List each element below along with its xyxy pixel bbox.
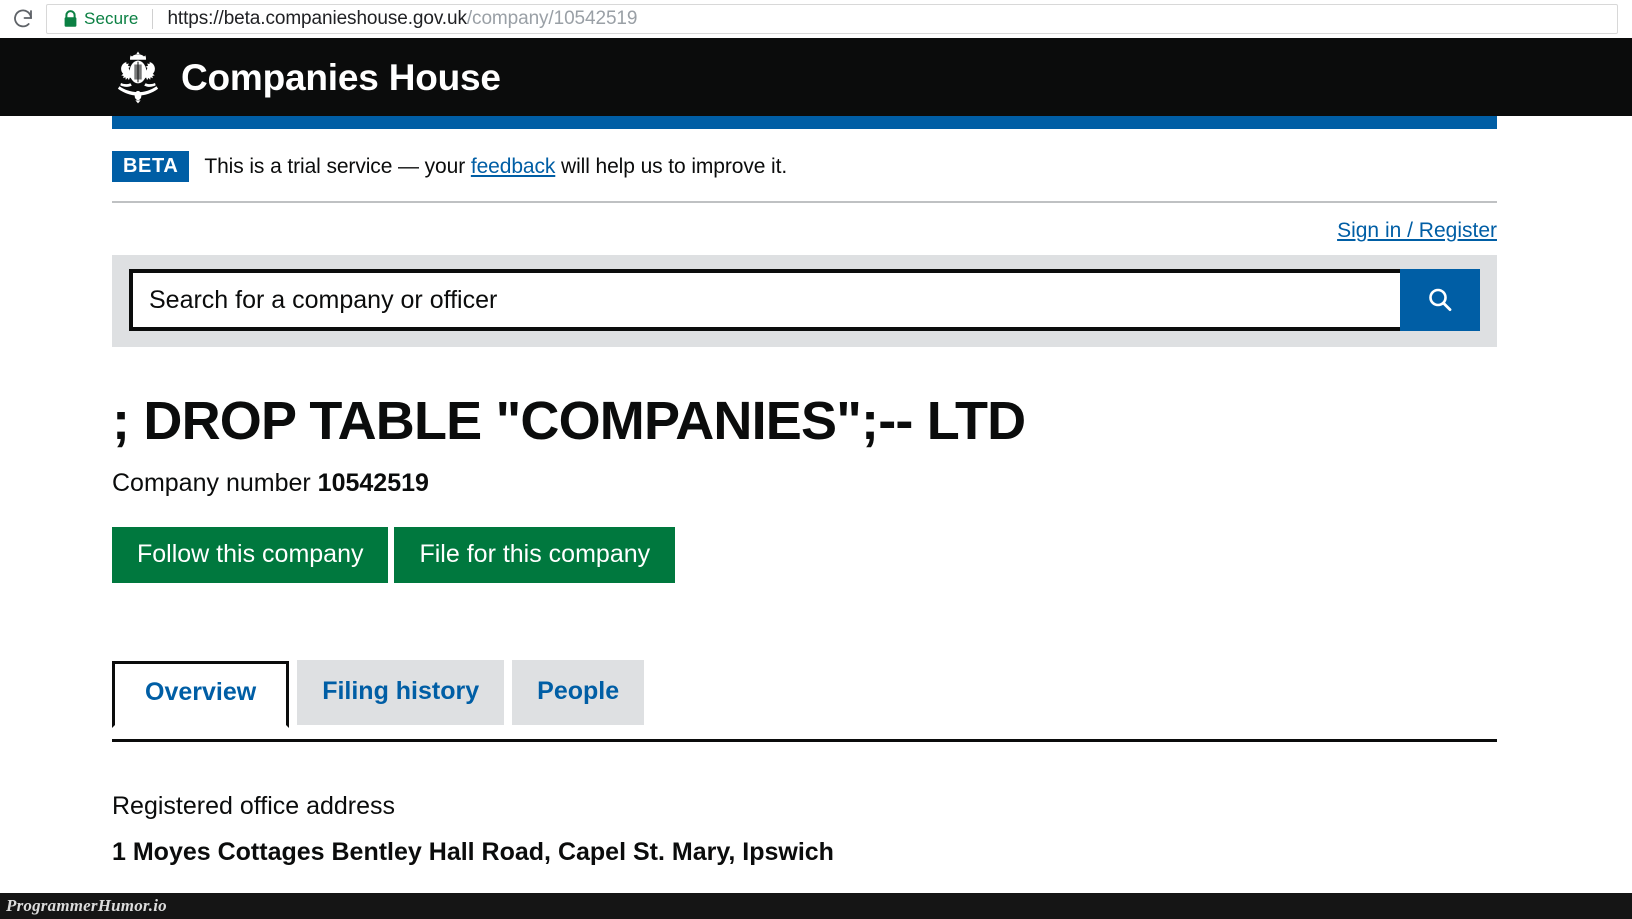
url-path: /company/10542519 — [466, 8, 638, 29]
registered-office-address-label: Registered office address — [112, 792, 396, 821]
tab-overview[interactable]: Overview — [112, 661, 290, 728]
file-for-company-button[interactable]: File for this company — [394, 526, 676, 584]
company-number-line: Company number 10542519 — [112, 469, 1497, 498]
registered-office-address-value: 1 Moyes Cottages Bentley Hall Road, Cape… — [112, 838, 834, 867]
tab-filing-history[interactable]: Filing history — [297, 660, 505, 725]
feedback-link[interactable]: feedback — [471, 155, 556, 178]
sign-in-register-link[interactable]: Sign in / Register — [1337, 219, 1497, 242]
beta-text-after: will help us to improve it. — [561, 154, 788, 178]
search-input[interactable] — [129, 269, 1400, 331]
browser-toolbar: Secure https://beta.companieshouse.gov.u… — [0, 0, 1632, 38]
tab-underline — [112, 739, 1497, 743]
company-number-value: 10542519 — [317, 468, 429, 497]
omnibox-divider — [152, 9, 154, 29]
page-content: BETA This is a trial service — your feed… — [112, 129, 1497, 867]
site-brand-title: Companies House — [181, 56, 501, 98]
url-text: https://beta.companieshouse.gov.uk/compa… — [167, 8, 637, 30]
account-bar: Sign in / Register — [112, 203, 1497, 255]
beta-banner: BETA This is a trial service — your feed… — [112, 129, 1497, 203]
search-button[interactable] — [1400, 269, 1480, 331]
search-icon — [1429, 288, 1452, 312]
beta-message: This is a trial service — your feedback … — [204, 155, 787, 179]
company-name-heading: ; DROP TABLE "COMPANIES";-- LTD — [112, 391, 1026, 451]
url-domain: https://beta.companieshouse.gov.uk — [167, 8, 467, 29]
tab-strip: Overview Filing history People — [112, 660, 1497, 743]
tab-people[interactable]: People — [512, 660, 645, 725]
address-bar[interactable]: Secure https://beta.companieshouse.gov.u… — [46, 4, 1618, 34]
watermark-bar: ProgrammerHumor.io — [0, 893, 1632, 919]
search-bar — [112, 255, 1497, 347]
beta-text-before: This is a trial service — your — [204, 154, 466, 178]
reload-icon[interactable] — [0, 0, 46, 38]
tab-list: Overview Filing history People — [112, 660, 1497, 728]
lock-icon — [63, 10, 78, 28]
page-viewport: Companies House BETA This is a trial ser… — [0, 38, 1632, 919]
company-number-label: Company number — [112, 468, 311, 497]
watermark-text: ProgrammerHumor.io — [6, 896, 167, 915]
follow-company-button[interactable]: Follow this company — [112, 526, 389, 584]
site-header: Companies House — [0, 38, 1632, 116]
company-actions: Follow this company File for this compan… — [112, 526, 1497, 584]
beta-badge: BETA — [112, 151, 190, 182]
header-blue-rule — [112, 116, 1497, 129]
security-status-label: Secure — [84, 9, 139, 28]
royal-coat-of-arms-icon — [117, 51, 159, 104]
